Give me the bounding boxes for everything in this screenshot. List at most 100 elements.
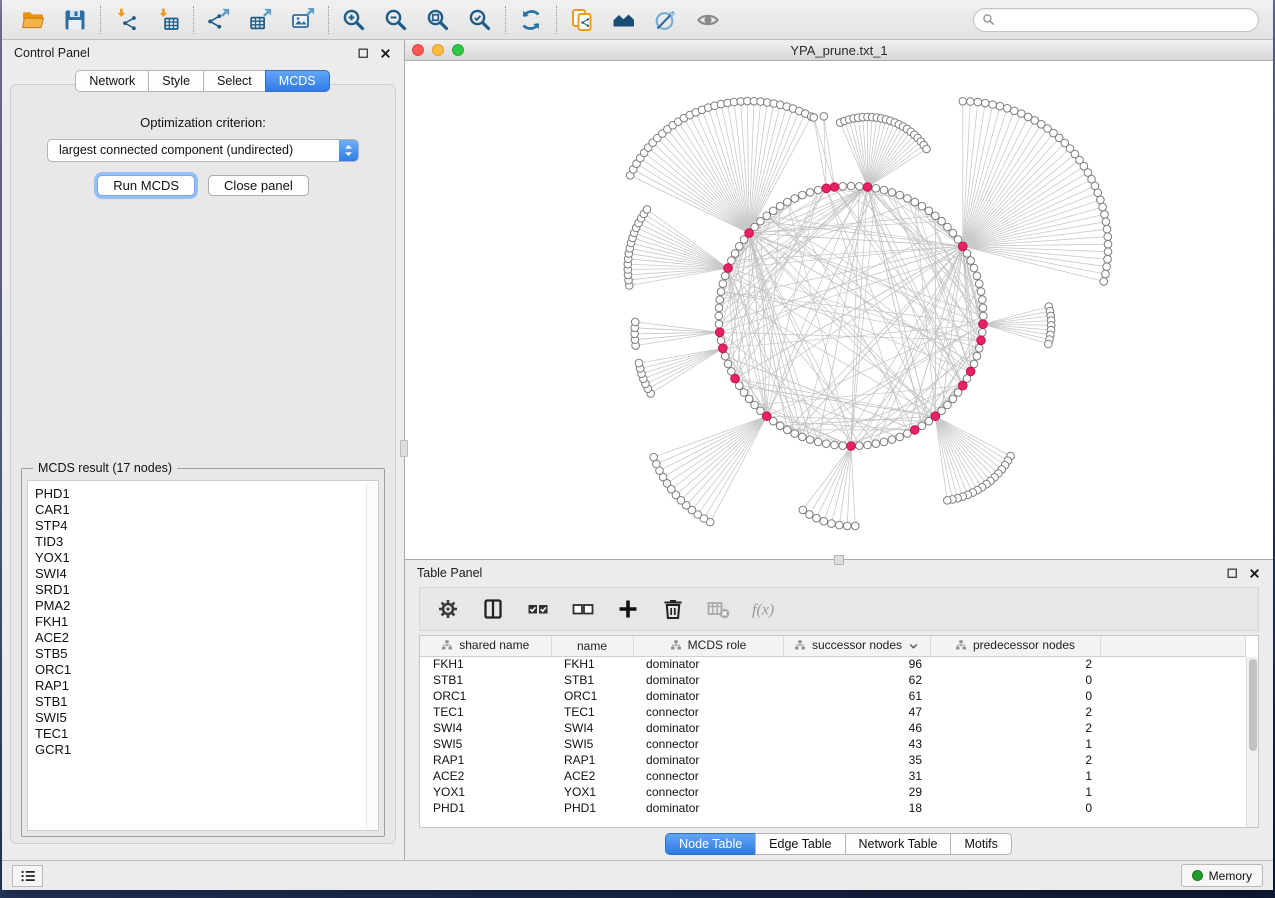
graph-node[interactable] <box>888 436 896 444</box>
graph-leaf-node[interactable] <box>996 102 1004 110</box>
graph-node[interactable] <box>799 191 807 199</box>
show-columns-button[interactable] <box>480 596 506 622</box>
graph-leaf-node[interactable] <box>1101 211 1109 219</box>
graph-node[interactable] <box>872 185 880 193</box>
mcds-hub-node[interactable] <box>847 442 856 451</box>
graph-leaf-node[interactable] <box>1102 270 1110 278</box>
open-session-button[interactable] <box>20 7 46 33</box>
table-cell[interactable]: 43 <box>783 736 930 752</box>
mcds-result-item[interactable]: FKH1 <box>35 614 378 630</box>
graph-leaf-node[interactable] <box>643 206 651 214</box>
network-canvas[interactable] <box>405 61 1273 559</box>
mcds-result-item[interactable]: GCR1 <box>35 742 378 758</box>
column-header-predecessor-nodes[interactable]: predecessor nodes <box>930 636 1100 656</box>
graph-node[interactable] <box>949 229 957 237</box>
graph-node[interactable] <box>880 438 888 446</box>
float-panel-icon[interactable] <box>357 47 370 60</box>
graph-leaf-node[interactable] <box>1104 248 1112 256</box>
graph-leaf-node[interactable] <box>981 99 989 107</box>
graph-node[interactable] <box>938 217 946 225</box>
table-cell[interactable] <box>1100 752 1246 768</box>
mcds-result-item[interactable]: TEC1 <box>35 726 378 742</box>
graph-node[interactable] <box>896 433 904 441</box>
mcds-hub-node[interactable] <box>958 381 967 390</box>
graph-node[interactable] <box>880 186 888 194</box>
vertical-splitter-grip[interactable] <box>400 440 408 457</box>
graph-leaf-node[interactable] <box>989 101 997 109</box>
export-image-button[interactable] <box>290 7 316 33</box>
graph-node[interactable] <box>791 195 799 203</box>
graph-leaf-node[interactable] <box>810 114 818 122</box>
mcds-result-list[interactable]: PHD1CAR1STP4TID3YOX1SWI4SRD1PMA2FKH1ACE2… <box>27 480 379 831</box>
table-cell[interactable]: 1 <box>930 784 1100 800</box>
table-row[interactable]: SWI4SWI4dominator462 <box>420 720 1246 736</box>
graph-node[interactable] <box>925 207 933 215</box>
graph-node[interactable] <box>814 186 822 194</box>
column-header-successor-nodes[interactable]: successor nodes <box>783 636 930 656</box>
minimize-window-icon[interactable] <box>432 44 444 56</box>
table-cell[interactable]: 31 <box>783 768 930 784</box>
mcds-result-item[interactable]: CAR1 <box>35 502 378 518</box>
table-cell[interactable]: ACE2 <box>551 768 633 784</box>
table-cell[interactable]: SWI5 <box>420 736 551 752</box>
tab-select[interactable]: Select <box>203 70 266 92</box>
graph-node[interactable] <box>783 198 791 206</box>
graph-node[interactable] <box>864 441 872 449</box>
table-cell[interactable] <box>1100 800 1246 816</box>
table-cell[interactable]: dominator <box>633 688 783 704</box>
graph-leaf-node[interactable] <box>835 521 843 529</box>
tab-network-table[interactable]: Network Table <box>845 833 952 855</box>
network-from-clipboard-button[interactable] <box>569 7 595 33</box>
graph-leaf-node[interactable] <box>799 506 807 514</box>
table-cell[interactable]: PHD1 <box>420 800 551 816</box>
search-input[interactable] <box>1000 13 1250 27</box>
graph-node[interactable] <box>904 430 912 438</box>
graph-node[interactable] <box>806 189 814 197</box>
graph-node[interactable] <box>970 360 978 368</box>
table-cell[interactable]: SWI5 <box>551 736 633 752</box>
mcds-hub-node[interactable] <box>830 183 839 192</box>
graph-node[interactable] <box>717 288 725 296</box>
graph-node[interactable] <box>799 433 807 441</box>
column-header-name[interactable]: name <box>551 636 633 656</box>
tab-motifs[interactable]: Motifs <box>950 833 1011 855</box>
graph-leaf-node[interactable] <box>1010 107 1018 115</box>
optimization-criterion-select[interactable]: largest connected component (undirected) <box>47 139 359 162</box>
node-table[interactable]: shared namenameMCDS rolesuccessor nodesp… <box>419 635 1259 828</box>
table-cell[interactable]: 1 <box>930 736 1100 752</box>
import-table-button[interactable] <box>155 7 181 33</box>
graph-leaf-node[interactable] <box>851 522 859 530</box>
graph-leaf-node[interactable] <box>813 514 821 522</box>
export-network-button[interactable] <box>206 7 232 33</box>
graph-node[interactable] <box>814 438 822 446</box>
table-cell[interactable] <box>1100 656 1246 672</box>
table-cell[interactable]: dominator <box>633 752 783 768</box>
graph-node[interactable] <box>839 183 847 191</box>
graph-leaf-node[interactable] <box>635 359 643 367</box>
graph-node[interactable] <box>944 401 952 409</box>
import-network-button[interactable] <box>113 7 139 33</box>
maximize-window-icon[interactable] <box>452 44 464 56</box>
graph-node[interactable] <box>975 280 983 288</box>
mcds-hub-node[interactable] <box>719 344 728 353</box>
graph-leaf-node[interactable] <box>1104 233 1112 241</box>
tab-network[interactable]: Network <box>75 70 149 92</box>
graph-leaf-node[interactable] <box>1099 203 1107 211</box>
table-cell[interactable] <box>1100 736 1246 752</box>
table-scrollbar[interactable] <box>1246 657 1258 827</box>
table-cell[interactable]: STB1 <box>420 672 551 688</box>
mcds-hub-node[interactable] <box>931 412 940 421</box>
table-row[interactable]: RAP1RAP1dominator352 <box>420 752 1246 768</box>
delete-row-button[interactable] <box>660 596 686 622</box>
graph-node[interactable] <box>847 182 855 190</box>
tab-mcds[interactable]: MCDS <box>265 70 330 92</box>
graph-node[interactable] <box>751 401 759 409</box>
refresh-layout-button[interactable] <box>518 7 544 33</box>
graph-node[interactable] <box>911 198 919 206</box>
table-cell[interactable]: STB1 <box>551 672 633 688</box>
mcds-hub-node[interactable] <box>731 374 740 383</box>
graph-node[interactable] <box>979 329 987 337</box>
mcds-hub-node[interactable] <box>977 336 986 345</box>
tab-node-table[interactable]: Node Table <box>665 833 756 855</box>
mcds-hub-node[interactable] <box>979 320 988 329</box>
